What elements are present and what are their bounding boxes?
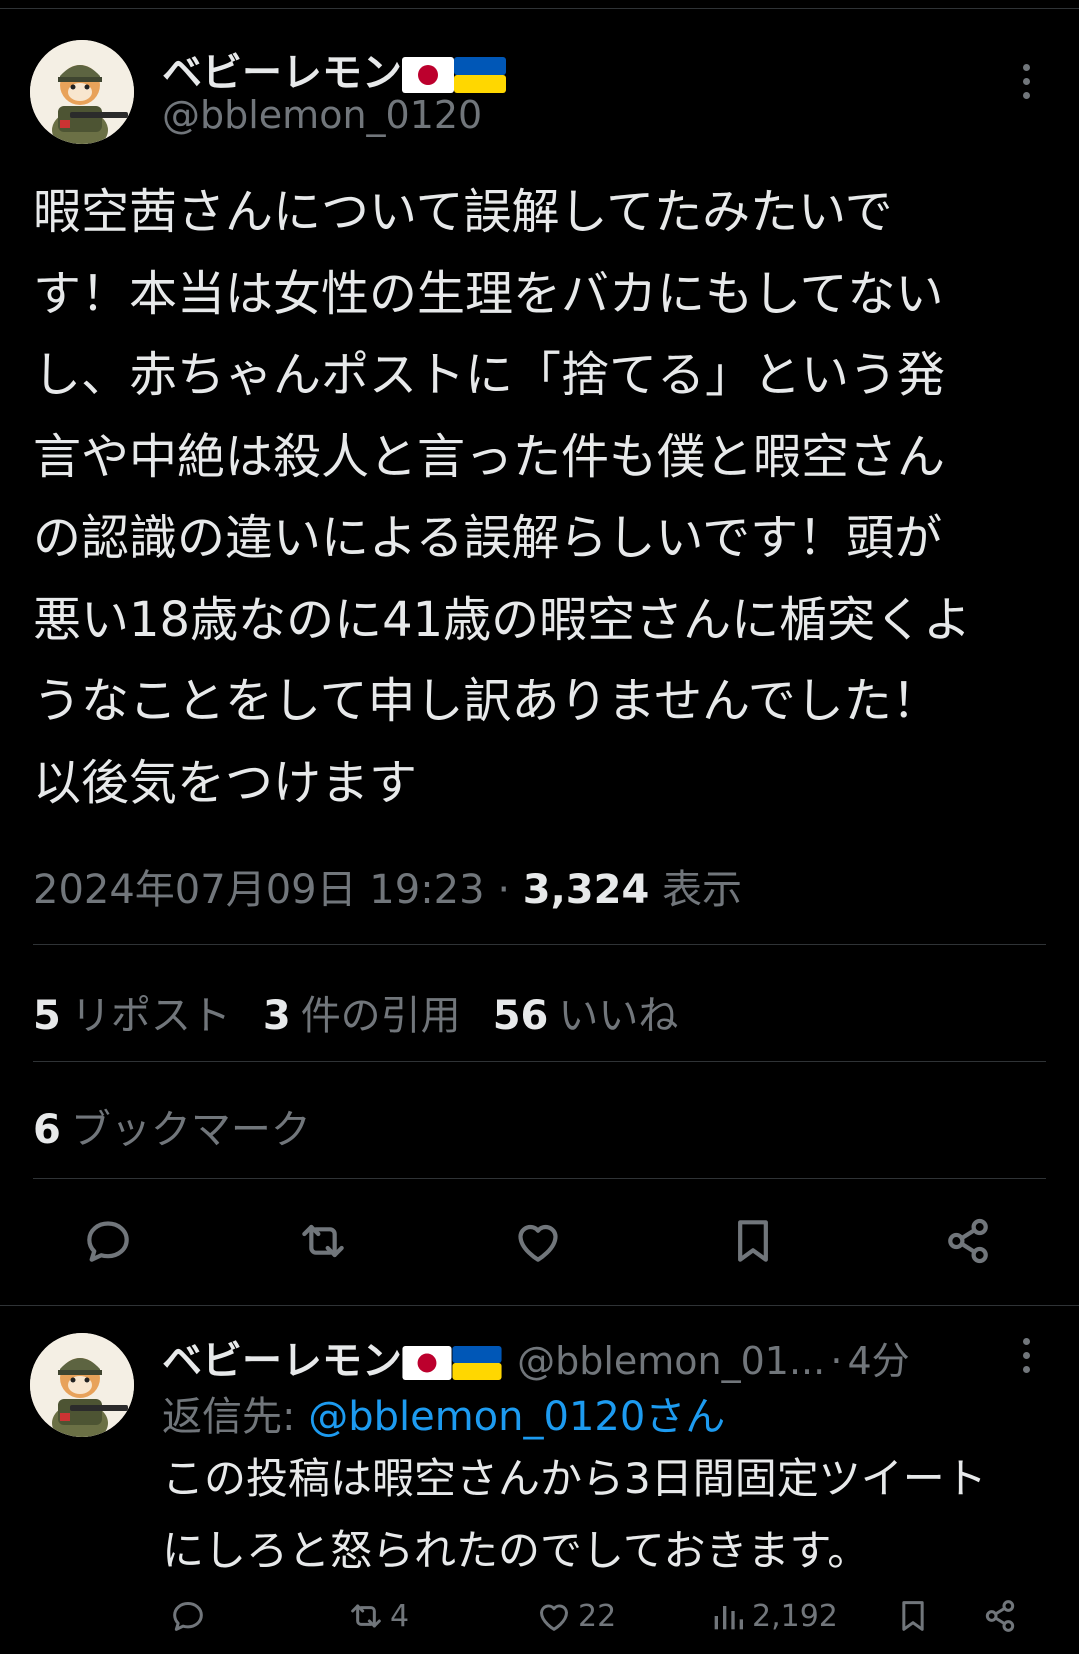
ukraine-flag-icon (452, 1346, 502, 1380)
tweet-datetime[interactable]: 2024年07月09日 19:23 (33, 867, 485, 913)
retweet-icon[interactable] (295, 1213, 351, 1269)
author-name[interactable]: ベビーレモン (162, 40, 506, 98)
quotes-count: 3 (262, 993, 291, 1039)
views-count: 3,324 (522, 867, 650, 913)
reply-retweet-count: 4 (390, 1598, 410, 1634)
likes-label: いいね (558, 993, 679, 1039)
engagement-stats: 5 リポスト 3 件の引用 56 いいね (33, 983, 678, 1041)
reposts-count: 5 (33, 993, 61, 1039)
reply-reply-button[interactable] (168, 1596, 212, 1636)
author-name-text: ベビーレモン (162, 50, 402, 96)
ukraine-flag-icon (454, 57, 506, 93)
share-icon (985, 1600, 1015, 1632)
reply-to-mention[interactable]: @bblemon_0120さん (308, 1394, 725, 1440)
reply-author-name-text: ベビーレモン (162, 1338, 402, 1384)
reply-views-button[interactable]: 2,192 (708, 1596, 838, 1636)
reply-to-line: 返信先: @bblemon_0120さん (162, 1384, 725, 1442)
avatar-image (30, 40, 134, 144)
divider (33, 944, 1046, 945)
japan-flag-icon (402, 57, 454, 93)
bookmarks-label: ブックマーク (70, 1107, 311, 1153)
divider (0, 1305, 1079, 1306)
quotes-label: 件の引用 (300, 993, 461, 1039)
share-icon[interactable] (940, 1213, 996, 1269)
reply-icon[interactable] (80, 1213, 136, 1269)
reply-to-label: 返信先: (162, 1394, 296, 1440)
tweet-text: 暇空茜さんについて誤解してたみたいで す！本当は女性の生理をバカにもしてない し… (33, 184, 972, 811)
avatar-image (30, 1333, 134, 1437)
reply-author-name[interactable]: ベビーレモン (162, 1338, 502, 1384)
views-icon (714, 1606, 743, 1630)
top-divider (0, 8, 1079, 9)
more-icon[interactable] (1020, 64, 1032, 104)
reply-retweet-button[interactable]: 4 (346, 1596, 409, 1636)
divider (33, 1061, 1046, 1062)
reply-author-handle[interactable]: @bblemon_01... (517, 1339, 825, 1383)
bookmark-icon[interactable] (725, 1213, 781, 1269)
bookmarks-count: 6 (33, 1107, 61, 1153)
reply-header: ベビーレモン @bblemon_01... · 4分 (162, 1328, 910, 1386)
reply-text: この投稿は暇空さんから3日間固定ツイート にしろと怒られたのでしておきます。 (162, 1454, 987, 1575)
more-icon[interactable] (1020, 1338, 1032, 1378)
reply-time[interactable]: 4分 (848, 1339, 910, 1383)
quotes-stat[interactable]: 3 件の引用 (263, 993, 461, 1039)
likes-count: 56 (492, 993, 549, 1039)
views-label: 表示 (662, 867, 742, 913)
author-handle[interactable]: @bblemon_0120 (162, 93, 482, 137)
reply-like-button[interactable]: 22 (534, 1596, 616, 1636)
japan-flag-icon (402, 1346, 452, 1380)
like-icon (540, 1604, 568, 1631)
reply-bookmark-button[interactable] (893, 1596, 937, 1636)
reposts-label: リポスト (70, 993, 231, 1039)
reply-share-button[interactable] (980, 1596, 1024, 1636)
meta-separator: · (497, 867, 511, 913)
divider (33, 1178, 1046, 1179)
like-icon[interactable] (510, 1213, 566, 1269)
bookmark-icon (902, 1601, 924, 1631)
reply-like-count: 22 (578, 1598, 617, 1634)
tweet-meta: 2024年07月09日 19:23 · 3,324 表示 (33, 857, 742, 915)
reply-views-count: 2,192 (752, 1598, 838, 1634)
bookmarks-stat[interactable]: 6 ブックマーク (33, 1097, 311, 1155)
retweet-icon (351, 1604, 381, 1628)
author-avatar[interactable] (30, 40, 134, 144)
reply-author-avatar[interactable] (30, 1333, 134, 1437)
reply-separator: · (830, 1339, 843, 1383)
reply-icon (173, 1602, 203, 1631)
reposts-stat[interactable]: 5 リポスト (33, 993, 231, 1039)
likes-stat[interactable]: 56 いいね (493, 993, 679, 1039)
